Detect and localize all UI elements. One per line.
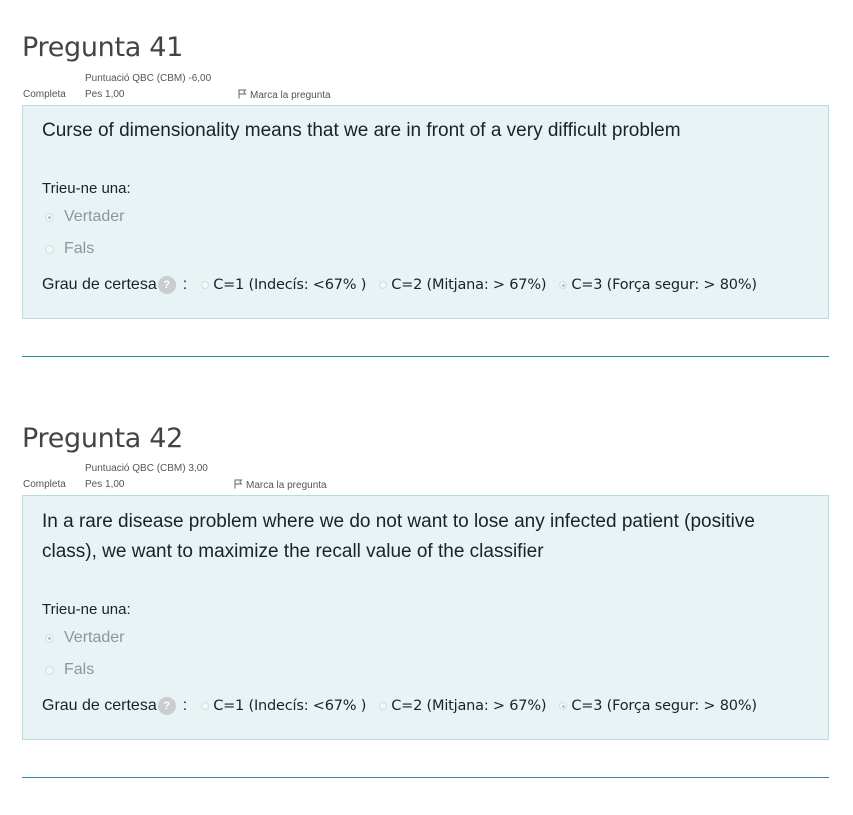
certainty-option-label: C=2 (Mitjana: > 67%) bbox=[391, 698, 547, 714]
answer-prompt: Trieu-ne una: bbox=[42, 180, 131, 197]
flag-label: Marca la pregunta bbox=[246, 480, 327, 491]
radio-button[interactable] bbox=[45, 633, 54, 643]
certainty-colon: : bbox=[182, 697, 188, 714]
question-41: Pregunta 41 Puntuació QBC (CBM) -6,00 Co… bbox=[22, 0, 829, 360]
radio-button[interactable] bbox=[45, 212, 54, 222]
flag-icon bbox=[238, 89, 247, 99]
answer-option-fals[interactable]: Fals bbox=[45, 239, 94, 259]
flag-question-link[interactable]: Marca la pregunta bbox=[234, 479, 327, 491]
certainty-option-c3[interactable]: C=3 (Força segur: > 80%) bbox=[559, 698, 757, 714]
radio-button[interactable] bbox=[379, 702, 388, 710]
certainty-colon: : bbox=[182, 276, 188, 293]
help-icon[interactable]: ? bbox=[157, 697, 176, 715]
question-status: Completa bbox=[23, 89, 66, 100]
answer-label: Fals bbox=[64, 240, 95, 257]
certainty-option-c2[interactable]: C=2 (Mitjana: > 67%) bbox=[379, 698, 547, 714]
certainty-option-label: C=3 (Força segur: > 80%) bbox=[571, 698, 757, 714]
certainty-option-label: C=2 (Mitjana: > 67%) bbox=[391, 277, 547, 293]
flag-question-link[interactable]: Marca la pregunta bbox=[238, 89, 331, 101]
question-divider bbox=[22, 777, 829, 778]
question-text: In a rare disease problem where we do no… bbox=[42, 511, 755, 562]
certainty-option-label: C=3 (Força segur: > 80%) bbox=[571, 277, 757, 293]
question-weight: Pes 1,00 bbox=[85, 479, 125, 490]
certainty-option-c3[interactable]: C=3 (Força segur: > 80%) bbox=[559, 277, 757, 293]
question-42: Pregunta 42 Puntuació QBC (CBM) 3,00 Com… bbox=[22, 390, 829, 790]
radio-button[interactable] bbox=[559, 281, 568, 289]
answer-label: Fals bbox=[64, 661, 95, 678]
certainty-option-c1[interactable]: C=1 (Indecís: <67% ) bbox=[201, 698, 366, 714]
question-divider bbox=[22, 356, 829, 357]
question-score: Puntuació QBC (CBM) 3,00 bbox=[85, 463, 208, 474]
question-panel: Curse of dimensionality means that we ar… bbox=[22, 105, 829, 319]
question-score: Puntuació QBC (CBM) -6,00 bbox=[85, 73, 212, 84]
answer-option-vertader[interactable]: Vertader bbox=[45, 628, 124, 648]
help-icon[interactable]: ? bbox=[157, 276, 176, 294]
question-text: Curse of dimensionality means that we ar… bbox=[42, 120, 681, 141]
radio-button[interactable] bbox=[201, 281, 210, 289]
certainty-option-label: C=1 (Indecís: <67% ) bbox=[213, 277, 367, 293]
certainty-option-c1[interactable]: C=1 (Indecís: <67% ) bbox=[201, 277, 366, 293]
certainty-option-label: C=1 (Indecís: <67% ) bbox=[213, 698, 367, 714]
flag-icon bbox=[234, 479, 243, 489]
radio-button[interactable] bbox=[559, 702, 568, 710]
answer-option-vertader[interactable]: Vertader bbox=[45, 207, 124, 227]
flag-label: Marca la pregunta bbox=[250, 90, 331, 101]
radio-button[interactable] bbox=[201, 702, 210, 710]
radio-button[interactable] bbox=[45, 665, 54, 675]
radio-button[interactable] bbox=[379, 281, 388, 289]
radio-button[interactable] bbox=[45, 244, 54, 254]
question-weight: Pes 1,00 bbox=[85, 89, 125, 100]
answer-label: Vertader bbox=[64, 208, 125, 225]
certainty-row: Grau de certesa ? : C=1 (Indecís: <67% )… bbox=[42, 274, 770, 296]
certainty-label: Grau de certesa bbox=[42, 276, 157, 293]
certainty-option-c2[interactable]: C=2 (Mitjana: > 67%) bbox=[379, 277, 547, 293]
question-title: Pregunta 42 bbox=[22, 423, 184, 454]
question-status: Completa bbox=[23, 479, 66, 490]
question-title: Pregunta 41 bbox=[22, 32, 184, 63]
certainty-label: Grau de certesa bbox=[42, 697, 157, 714]
answer-option-fals[interactable]: Fals bbox=[45, 660, 94, 680]
question-panel: In a rare disease problem where we do no… bbox=[22, 495, 829, 740]
answer-label: Vertader bbox=[64, 629, 125, 646]
certainty-row: Grau de certesa ? : C=1 (Indecís: <67% )… bbox=[42, 695, 770, 717]
answer-prompt: Trieu-ne una: bbox=[42, 601, 131, 618]
